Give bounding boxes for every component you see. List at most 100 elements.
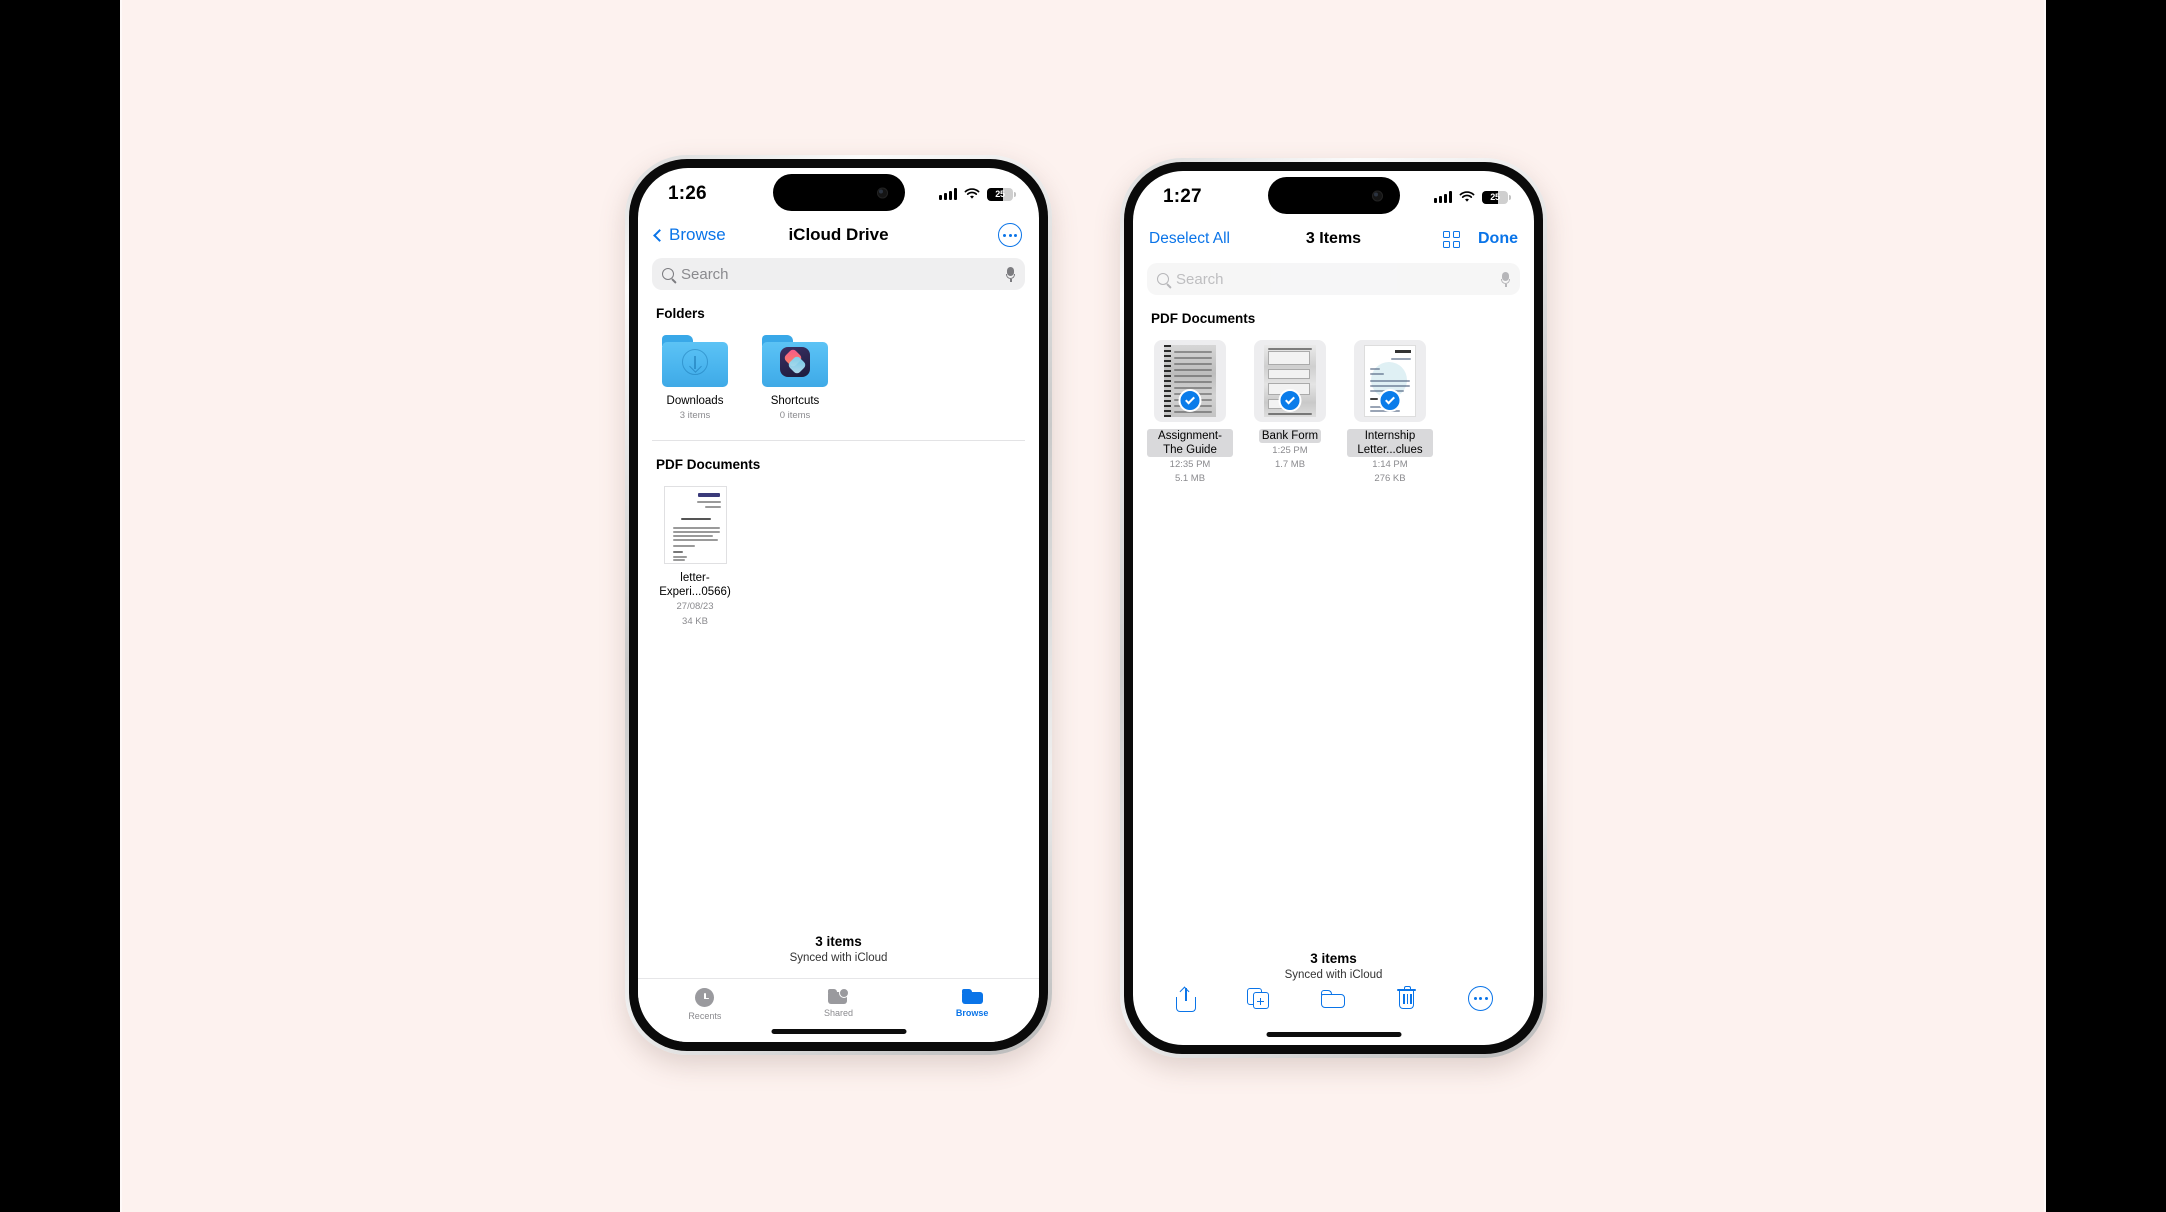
selected-checkmark-icon xyxy=(1178,389,1202,412)
battery-level: 25 xyxy=(1490,192,1500,202)
folders-grid: Downloads 3 items Shortcuts 0 items xyxy=(638,321,1039,422)
wifi-icon xyxy=(964,188,980,199)
file-item-letter[interactable]: letter-Experi...0566) 27/08/23 34 KB xyxy=(652,486,738,628)
section-header-pdf: PDF Documents xyxy=(656,457,761,473)
trash-icon[interactable] xyxy=(1394,986,1420,1012)
file-item-assignment[interactable]: Assignment-The Guide 12:35 PM 5.1 MB xyxy=(1147,340,1233,486)
file-size: 276 KB xyxy=(1374,473,1406,485)
battery-level: 25 xyxy=(995,189,1005,199)
folder-item-downloads[interactable]: Downloads 3 items xyxy=(652,335,738,422)
screen-browse: 1:26 25 Browse iCloud Drive Search Folde… xyxy=(638,168,1039,1042)
dynamic-island xyxy=(1267,177,1400,214)
grid-view-icon[interactable] xyxy=(1443,230,1460,248)
deselect-all-button[interactable]: Deselect All xyxy=(1149,230,1230,248)
tab-browse[interactable]: Browse xyxy=(905,988,1039,1018)
letter-document-thumbnail xyxy=(1354,340,1426,422)
search-icon xyxy=(1157,273,1169,285)
section-header-pdf: PDF Documents xyxy=(1151,311,1256,326)
cellular-bars-icon xyxy=(939,188,957,200)
more-circle-icon xyxy=(998,223,1022,247)
more-button[interactable] xyxy=(998,223,1022,247)
battery-icon: 25 xyxy=(1482,190,1511,204)
tab-recents[interactable]: Recents xyxy=(638,988,772,1021)
home-indicator[interactable] xyxy=(771,1029,906,1034)
selection-toolbar xyxy=(1133,979,1534,1019)
search-icon xyxy=(662,268,674,280)
file-date: 27/08/23 xyxy=(676,601,714,613)
microphone-icon[interactable] xyxy=(1501,272,1510,287)
scanned-form-thumbnail xyxy=(1254,340,1326,422)
folder-item-count: 0 items xyxy=(779,410,811,422)
status-time: 1:26 xyxy=(668,183,707,204)
iphone-device-selection: 1:27 25 Deselect All 3 Items Done Search… xyxy=(1120,158,1547,1058)
screen-selection: 1:27 25 Deselect All 3 Items Done Search… xyxy=(1133,171,1534,1045)
duplicate-icon[interactable] xyxy=(1246,986,1273,1012)
chevron-left-icon xyxy=(653,228,666,242)
cellular-bars-icon xyxy=(1434,191,1452,203)
tab-label: Browse xyxy=(955,1008,989,1018)
file-name: Internship Letter...clues xyxy=(1347,429,1433,458)
file-time: 1:25 PM xyxy=(1272,445,1308,457)
dynamic-island xyxy=(772,174,905,211)
microphone-icon[interactable] xyxy=(1006,267,1015,282)
iphone-device-browse: 1:26 25 Browse iCloud Drive Search Folde… xyxy=(625,155,1052,1055)
file-name: letter-Experi...0566) xyxy=(659,572,731,599)
file-size: 5.1 MB xyxy=(1174,473,1206,485)
wifi-icon xyxy=(1459,191,1475,202)
item-count: 3 items xyxy=(1310,951,1357,966)
tab-label: Shared xyxy=(823,1008,854,1018)
pdf-grid: letter-Experi...0566) 27/08/23 34 KB xyxy=(638,472,1039,628)
folder-icon xyxy=(961,988,983,1004)
folder-item-shortcuts[interactable]: Shortcuts 0 items xyxy=(752,335,838,422)
folder-name: Downloads xyxy=(666,395,724,407)
item-count: 3 items xyxy=(815,934,862,949)
folder-move-icon[interactable] xyxy=(1320,986,1346,1012)
folder-item-count: 3 items xyxy=(679,410,711,422)
sync-status: Synced with iCloud xyxy=(789,952,888,964)
search-field[interactable]: Search xyxy=(652,258,1025,290)
selected-checkmark-icon xyxy=(1278,389,1302,412)
search-placeholder: Search xyxy=(681,265,729,283)
folder-name: Shortcuts xyxy=(770,395,820,407)
device-bezel: 1:27 25 Deselect All 3 Items Done Search… xyxy=(1124,162,1543,1054)
section-header-folders: Folders xyxy=(656,306,705,321)
shared-folder-icon xyxy=(828,988,849,1004)
status-indicators: 25 xyxy=(1434,187,1511,204)
selected-files-grid: Assignment-The Guide 12:35 PM 5.1 MB Ban… xyxy=(1133,326,1534,486)
search-field[interactable]: Search xyxy=(1147,263,1520,295)
navigation-bar: Browse iCloud Drive xyxy=(638,216,1039,254)
clock-icon xyxy=(695,988,715,1007)
scanned-notebook-thumbnail xyxy=(1154,340,1226,422)
status-time: 1:27 xyxy=(1163,186,1202,207)
tab-label: Recents xyxy=(688,1011,722,1021)
status-indicators: 25 xyxy=(939,184,1016,201)
tab-shared[interactable]: Shared xyxy=(772,988,906,1018)
file-item-internship-letter[interactable]: Internship Letter...clues 1:14 PM 276 KB xyxy=(1347,340,1433,486)
selected-checkmark-icon xyxy=(1378,389,1402,412)
more-button[interactable] xyxy=(1468,986,1494,1012)
home-indicator[interactable] xyxy=(1266,1032,1401,1037)
file-size: 1.7 MB xyxy=(1274,459,1306,471)
file-size: 34 KB xyxy=(682,615,708,627)
share-icon[interactable] xyxy=(1173,986,1199,1012)
back-button[interactable]: Browse xyxy=(653,225,726,245)
status-bar: 1:27 25 xyxy=(1133,171,1534,219)
more-circle-icon xyxy=(1468,986,1494,1011)
selection-navigation-bar: Deselect All 3 Items Done xyxy=(1133,219,1534,259)
screenshot-stage: 1:26 25 Browse iCloud Drive Search Folde… xyxy=(0,0,2166,1212)
file-time: 1:14 PM xyxy=(1372,459,1408,471)
device-bezel: 1:26 25 Browse iCloud Drive Search Folde… xyxy=(629,159,1048,1051)
nav-right-actions: Done xyxy=(1443,230,1518,248)
back-button-label: Browse xyxy=(669,225,726,244)
battery-icon: 25 xyxy=(987,187,1016,201)
file-name: Assignment-The Guide xyxy=(1147,429,1233,458)
search-container: Search xyxy=(638,254,1039,290)
footer-status: 3 items Synced with iCloud xyxy=(1133,951,1534,981)
file-name: Bank Form xyxy=(1258,429,1322,444)
pdf-document-icon xyxy=(663,486,727,565)
file-item-bank-form[interactable]: Bank Form 1:25 PM 1.7 MB xyxy=(1247,340,1333,486)
status-bar: 1:26 25 xyxy=(638,168,1039,216)
footer-status: 3 items Synced with iCloud xyxy=(638,934,1039,964)
folder-shortcuts-icon xyxy=(762,335,828,387)
done-button[interactable]: Done xyxy=(1478,230,1518,248)
